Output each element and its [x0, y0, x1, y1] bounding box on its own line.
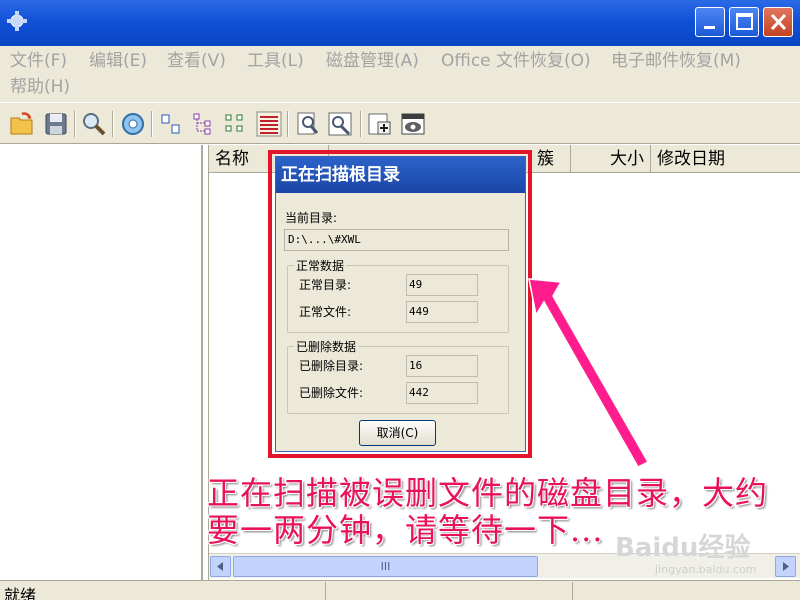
- caption-line-2: 要一两分钟，请等待一下...: [207, 511, 604, 549]
- watermark-url: jingyan.baidu.com: [655, 563, 757, 576]
- watermark-logo: Baidu经验: [615, 533, 751, 563]
